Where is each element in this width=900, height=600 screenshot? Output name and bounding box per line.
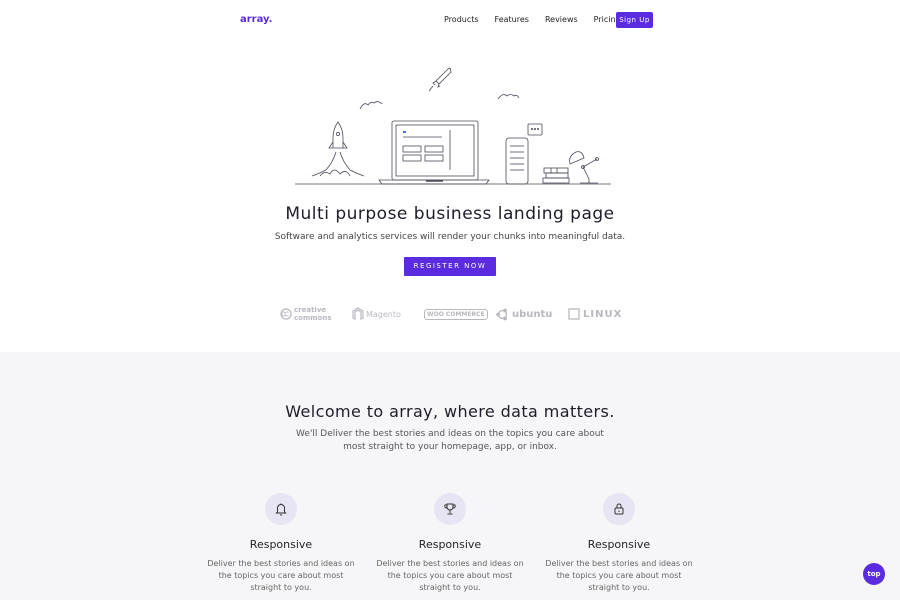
signup-button[interactable]: Sign Up xyxy=(616,12,653,28)
bell-icon xyxy=(265,493,297,525)
phone-icon xyxy=(505,123,543,185)
linux-logo: LINUX xyxy=(568,304,622,324)
feature-description: Deliver the best stories and ideas on th… xyxy=(376,559,524,592)
creative-commons-logo: creative commons xyxy=(280,304,332,324)
hero-subtitle: Software and analytics services will ren… xyxy=(274,232,626,242)
nav-link-products[interactable]: Products xyxy=(444,13,479,27)
hero-illustration xyxy=(295,67,611,185)
feature-card: Responsive Deliver the best stories and … xyxy=(534,493,704,600)
nav-link-reviews[interactable]: Reviews xyxy=(545,13,578,27)
magento-logo: Magento xyxy=(352,304,401,324)
rocket-icon xyxy=(428,67,452,92)
feature-card: Responsive Deliver the best stories and … xyxy=(196,493,366,600)
brand-label: creative commons xyxy=(294,306,332,322)
brand-label: Magento xyxy=(366,309,401,319)
trophy-icon xyxy=(434,493,466,525)
navbar: array. Products Features Reviews Pricing… xyxy=(0,0,900,40)
feature-description: Deliver the best stories and ideas on th… xyxy=(545,559,693,592)
rocket-launch-icon xyxy=(311,121,365,177)
welcome-section: Welcome to array, where data matters. We… xyxy=(0,352,900,600)
hero-title: Multi purpose business landing page xyxy=(285,204,615,224)
laptop-icon xyxy=(378,120,490,185)
woocommerce-logo: WOO COMMERCE xyxy=(424,304,488,324)
brand-label: WOO COMMERCE xyxy=(424,308,488,320)
brand-label: ubuntu xyxy=(512,308,553,320)
feature-card: Responsive Deliver the best stories and … xyxy=(365,493,535,600)
feature-title: Responsive xyxy=(587,538,651,551)
back-to-top-button[interactable]: top xyxy=(863,563,885,585)
books-icon xyxy=(542,167,570,184)
lock-icon xyxy=(603,493,635,525)
welcome-subtitle: We'll Deliver the best stories and ideas… xyxy=(296,429,604,452)
nav-links: Products Features Reviews Pricing xyxy=(444,13,637,27)
logo[interactable]: array. xyxy=(240,14,272,25)
brand-logos: creative commons Magento WOO COMMERCE ub… xyxy=(280,304,622,324)
desk-lamp-icon xyxy=(569,151,599,184)
nav-link-features[interactable]: Features xyxy=(495,13,529,27)
feature-title: Responsive xyxy=(249,538,313,551)
feature-description: Deliver the best stories and ideas on th… xyxy=(207,559,355,592)
brand-label: LINUX xyxy=(583,308,623,320)
feature-title: Responsive xyxy=(418,538,482,551)
welcome-title: Welcome to array, where data matters. xyxy=(285,402,615,421)
ubuntu-logo: ubuntu xyxy=(496,304,552,324)
register-now-button[interactable]: REGISTER NOW xyxy=(404,257,496,276)
